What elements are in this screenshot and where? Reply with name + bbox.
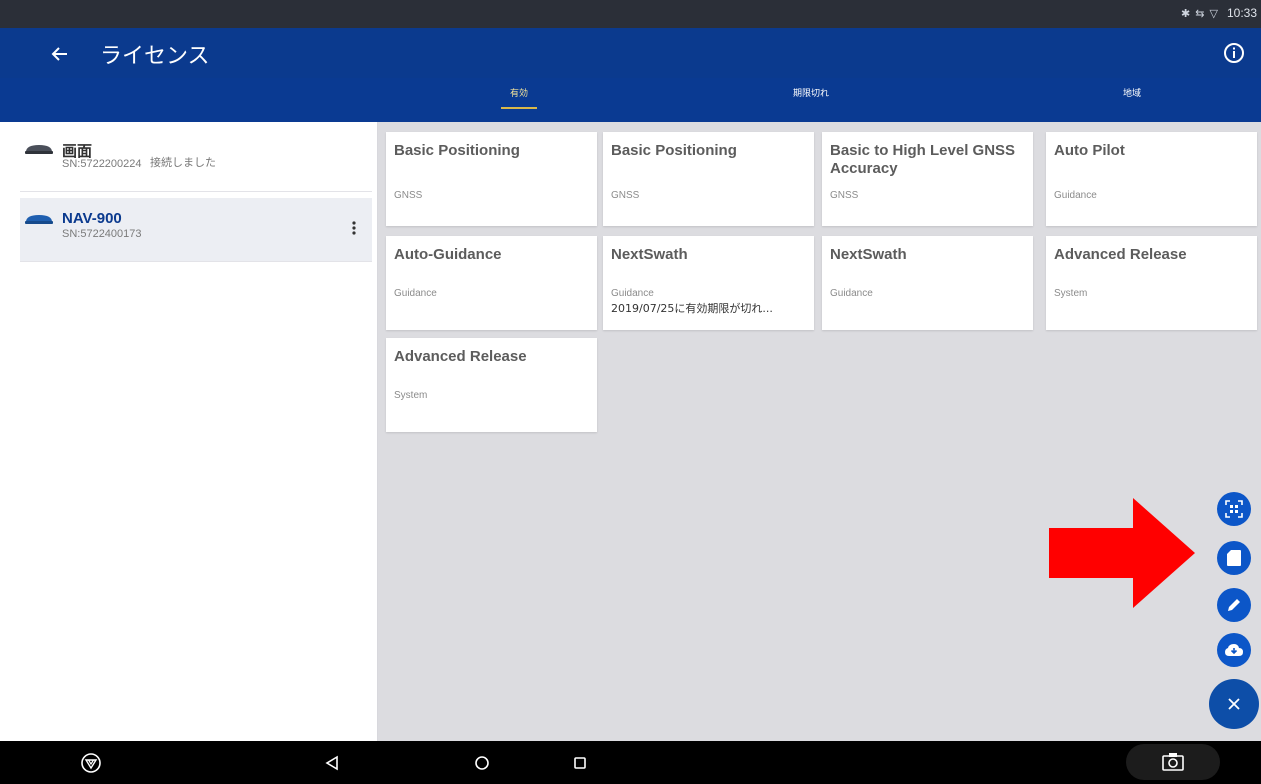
device-item-display[interactable]: 画面 SN:5722200224 接続しました (20, 128, 372, 192)
tab-label: 期限切れ (793, 89, 830, 99)
cloud-download-button[interactable] (1217, 633, 1251, 667)
license-card[interactable]: Auto Pilot Guidance (1046, 132, 1257, 226)
license-card[interactable]: Auto-Guidance Guidance (386, 236, 597, 330)
status-time: 10:33 (1226, 6, 1257, 20)
device-item-nav900[interactable]: NAV-900 SN:5722400173 (20, 198, 372, 262)
device-serial: SN:5722400173 (62, 228, 142, 240)
license-title: Advanced Release (394, 348, 527, 365)
system-nav-bar (0, 741, 1261, 784)
license-title: Basic Positioning (394, 142, 520, 159)
license-card[interactable]: NextSwath Guidance (822, 236, 1033, 330)
edit-button[interactable] (1217, 588, 1251, 622)
info-button[interactable] (1223, 42, 1245, 64)
screenshot-button[interactable] (1126, 744, 1220, 780)
camera-icon (1162, 753, 1184, 771)
license-type: GNSS (611, 190, 640, 201)
tab-label: 有効 (510, 89, 529, 99)
license-grid: Basic Positioning GNSS Basic Positioning… (378, 122, 1261, 741)
scan-qr-button[interactable] (1217, 492, 1251, 526)
license-title: Basic to High Level GNSS Accuracy (830, 142, 1016, 177)
nav-back-icon (325, 755, 338, 771)
tab-expired[interactable]: 期限切れ (793, 86, 829, 99)
more-options-button[interactable] (350, 220, 358, 236)
license-card[interactable]: Basic to High Level GNSS Accuracy GNSS (822, 132, 1033, 226)
license-title: NextSwath (611, 246, 688, 263)
app-bar: ライセンス (0, 28, 1261, 78)
qr-scan-icon (1225, 500, 1243, 518)
license-card[interactable]: Basic Positioning GNSS (603, 132, 814, 226)
nav-recents-button[interactable] (568, 751, 592, 775)
license-card[interactable]: Basic Positioning GNSS (386, 132, 597, 226)
cloud-download-icon (1225, 644, 1243, 656)
license-title: Advanced Release (1054, 246, 1187, 263)
arrow-left-icon (51, 47, 67, 61)
status-right: ✱ ⇆ ▽ 10:33 (1181, 6, 1257, 20)
license-type: Guidance (611, 288, 654, 299)
receiver-icon (25, 145, 53, 154)
license-title: Basic Positioning (611, 142, 737, 159)
license-type: GNSS (394, 190, 423, 201)
license-title: Auto Pilot (1054, 142, 1125, 159)
license-card[interactable]: Advanced Release System (386, 338, 597, 432)
status-bar: ✱ ⇆ ▽ 10:33 (0, 0, 1261, 28)
nav-back-button[interactable] (320, 751, 344, 775)
license-type: Guidance (1054, 190, 1097, 201)
license-card[interactable]: NextSwath Guidance 2019/07/25に有効期限が切れ... (603, 236, 814, 330)
receiver-icon (25, 215, 53, 224)
license-type: Guidance (830, 288, 873, 299)
tab-indicator (501, 107, 538, 109)
page-title: ライセンス (100, 44, 210, 69)
tab-active-licenses[interactable]: 有効 (501, 86, 538, 109)
sd-card-button[interactable] (1217, 541, 1251, 575)
license-title: Auto-Guidance (394, 246, 502, 263)
pencil-icon (1228, 599, 1240, 611)
tab-region[interactable]: 地域 (1123, 86, 1141, 99)
sd-card-icon (1227, 550, 1241, 566)
license-type: System (1054, 288, 1088, 299)
red-arrow-icon (1049, 498, 1195, 608)
nav-recents-icon (574, 757, 586, 769)
trimble-logo-button[interactable] (79, 751, 103, 775)
license-type: GNSS (830, 190, 859, 201)
back-button[interactable] (46, 40, 74, 68)
device-serial: SN:5722200224 (62, 158, 142, 170)
more-vert-icon (352, 221, 356, 235)
license-type: System (394, 390, 428, 401)
info-icon (1224, 43, 1244, 63)
nav-home-icon (475, 756, 489, 770)
license-expiry: 2019/07/25に有効期限が切れ... (611, 302, 773, 315)
device-status: 接続しました (150, 156, 216, 169)
device-list: 画面 SN:5722200224 接続しました NAV-900 SN:57224… (0, 122, 378, 741)
close-fab-button[interactable] (1209, 679, 1259, 729)
license-card[interactable]: Advanced Release System (1046, 236, 1257, 330)
tab-bar: 有効 期限切れ 地域 (0, 78, 1261, 122)
tab-label: 地域 (1123, 89, 1142, 99)
close-icon (1228, 698, 1240, 710)
license-type: Guidance (394, 288, 437, 299)
device-name: NAV-900 (62, 210, 122, 227)
license-title: NextSwath (830, 246, 907, 263)
nav-home-button[interactable] (470, 751, 494, 775)
status-icons: ✱ ⇆ ▽ (1180, 7, 1219, 20)
trimble-logo-icon (81, 753, 101, 773)
